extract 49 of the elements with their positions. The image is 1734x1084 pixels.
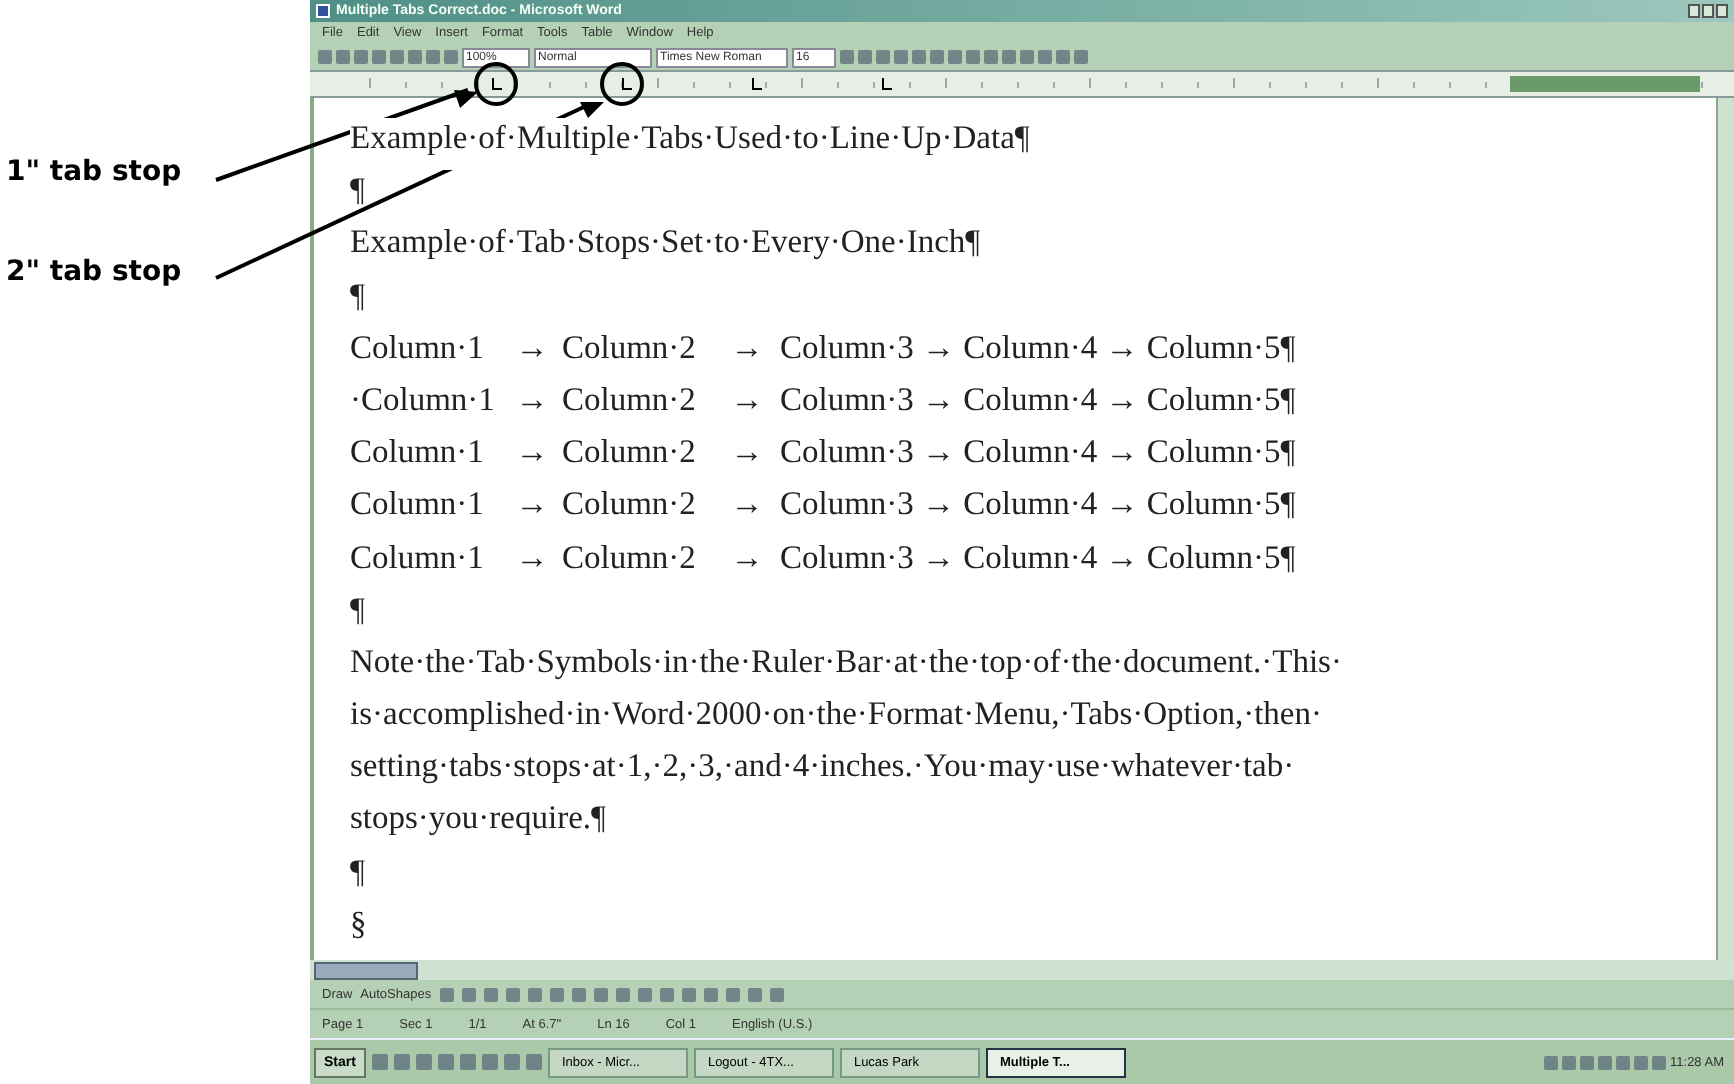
document-text: Column·1 xyxy=(350,537,486,579)
word-icon xyxy=(316,4,330,18)
tab-stop-marker[interactable] xyxy=(622,78,632,90)
tab-mark: → xyxy=(728,484,766,527)
document-text: Column·3 → Column·4 → Column·5¶ xyxy=(780,327,1296,370)
document-text: setting·tabs·stops·at·1,·2,·3,·and·4·inches.·You·may·use·whatever·tab· xyxy=(350,746,1297,789)
tab-stop-marker[interactable] xyxy=(882,78,892,90)
document-text: Column·1 xyxy=(350,432,486,475)
tab-mark: → xyxy=(513,432,551,475)
tab-mark: → xyxy=(728,432,766,475)
tab-mark: → xyxy=(728,537,766,579)
tab-mark: → xyxy=(513,484,551,527)
document-text: Column·2 xyxy=(562,432,698,475)
document-text: Column·2 xyxy=(562,484,698,527)
window-controls-icon[interactable] xyxy=(1688,4,1728,18)
document-text: Column·3 → Column·4 → Column·5¶ xyxy=(780,537,1296,579)
document-text: ¶ xyxy=(350,851,367,894)
document-text: Column·3 → Column·4 → Column·5¶ xyxy=(780,379,1296,422)
tab-stop-marker[interactable] xyxy=(752,78,762,90)
document-text: Note·the·Tab·Symbols·in·the·Ruler·Bar·at·the·top·of·the·document.·This· xyxy=(350,641,1344,684)
tab-mark: → xyxy=(513,537,551,579)
document-text: ¶ xyxy=(350,589,367,632)
document-text: § xyxy=(350,903,369,946)
tab-mark: → xyxy=(513,327,551,370)
document-text: ·Column·1 xyxy=(350,379,497,422)
tab-mark: → xyxy=(728,379,766,422)
document-text: Column·2 xyxy=(562,379,698,422)
highlight-circle xyxy=(600,62,644,106)
callout-label: 2" tab stop xyxy=(6,256,182,288)
scrollbar[interactable] xyxy=(1716,98,1734,960)
document-text: Column·2 xyxy=(562,537,698,579)
document-text: Column·3 → Column·4 → Column·5¶ xyxy=(780,484,1296,527)
document-text: Example·of·Multiple·Tabs·Used·to·Line·Up·Data¶ xyxy=(350,118,1030,171)
highlight-circle xyxy=(474,62,518,106)
document-text: ¶ xyxy=(350,275,367,318)
document-text: Column·3 → Column·4 → Column·5¶ xyxy=(780,432,1296,475)
tab-stop-marker[interactable] xyxy=(492,78,502,90)
document-text: Example·of·Tab·Stops·Set·to·Every·One·Inch¶ xyxy=(350,222,983,265)
view-buttons[interactable] xyxy=(314,961,418,979)
document-text: is·accomplished·in·Word·2000·on·the·Format·Menu,·Tabs·Option,·then· xyxy=(350,694,1324,737)
tab-mark: → xyxy=(728,327,766,370)
document-text: Column·2 xyxy=(562,327,698,370)
ruler[interactable] xyxy=(310,70,1734,98)
document-text: Column·1 xyxy=(350,327,486,370)
document-text: Column·1 xyxy=(350,484,486,527)
callout-label: 1" tab stop xyxy=(6,156,182,188)
document-text: stops·you·require.¶ xyxy=(350,798,608,841)
document-text: ¶ xyxy=(350,170,367,213)
tab-mark: → xyxy=(513,379,551,422)
